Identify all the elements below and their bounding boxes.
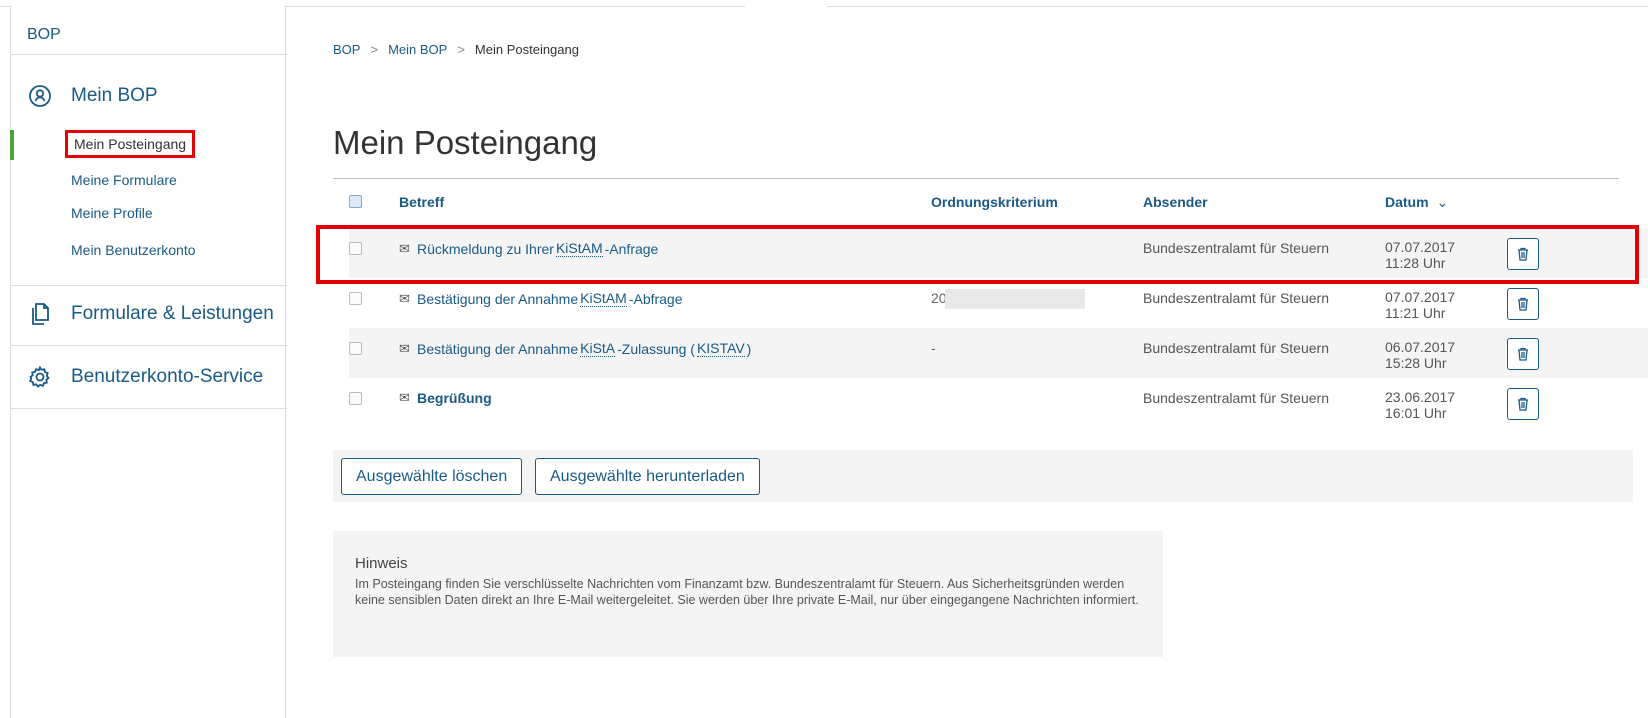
divider xyxy=(11,285,287,286)
delete-selected-button[interactable]: Ausgewählte löschen xyxy=(341,458,523,495)
sidebar-item-mein-benutzerkonto[interactable]: Mein Benutzerkonto xyxy=(71,242,196,258)
delete-button[interactable] xyxy=(1507,388,1539,420)
breadcrumb-item-current: Mein Posteingang xyxy=(474,42,579,57)
breadcrumb-item-bop[interactable]: BOP xyxy=(333,42,360,57)
notice-title: Hinweis xyxy=(355,555,408,572)
row-checkbox[interactable] xyxy=(349,342,362,355)
table-row[interactable]: ✉ Bestätigung der Annahme KiStAM -Abfrage… xyxy=(349,278,1648,328)
message-subject-link[interactable]: ✉ Begrüßung xyxy=(399,390,492,406)
sidebar-section-label: Formulare & Leistungen xyxy=(71,303,274,324)
sidebar-brand[interactable]: BOP xyxy=(27,26,61,44)
select-all-checkbox[interactable] xyxy=(349,195,362,208)
date-cell: 06.07.2017 15:28 Uhr xyxy=(1385,339,1456,371)
table-row[interactable]: ✉ Begrüßung Bundeszentralamt für Steuern… xyxy=(349,378,1648,428)
sidebar-section-label: Benutzerkonto-Service xyxy=(71,366,264,387)
row-checkbox[interactable] xyxy=(349,392,362,405)
sender-cell: Bundeszentralamt für Steuern xyxy=(1143,390,1329,406)
chevron-right-icon: > xyxy=(370,42,379,57)
column-header-sender[interactable]: Absender xyxy=(1143,194,1208,210)
notice-box: Hinweis Im Posteingang finden Sie versch… xyxy=(333,531,1163,657)
action-bar: Ausgewählte löschen Ausgewählte herunter… xyxy=(333,450,1633,502)
trash-icon xyxy=(1518,247,1528,261)
date-cell: 23.06.2017 16:01 Uhr xyxy=(1385,389,1456,421)
open-envelope-icon: ✉ xyxy=(399,240,410,256)
open-envelope-icon: ✉ xyxy=(399,290,410,306)
message-subject-link[interactable]: ✉ Bestätigung der Annahme KiStA -Zulassun… xyxy=(399,340,751,357)
active-indicator xyxy=(10,130,14,160)
sidebar-section-mein-bop[interactable]: Mein BOP xyxy=(27,83,158,109)
table-row[interactable]: ✉ Bestätigung der Annahme KiStA -Zulassun… xyxy=(349,328,1648,378)
trash-icon xyxy=(1518,397,1528,411)
delete-button[interactable] xyxy=(1507,288,1539,320)
divider xyxy=(11,408,287,409)
delete-button[interactable] xyxy=(1507,338,1539,370)
table-row[interactable]: ✉ Rückmeldung zu Ihrer KiStAM -Anfrage Bu… xyxy=(349,228,1648,278)
chevron-right-icon: > xyxy=(457,42,465,57)
notice-text: Im Posteingang finden Sie verschlüsselte… xyxy=(355,577,1139,607)
message-subject-link[interactable]: ✉ Rückmeldung zu Ihrer KiStAM -Anfrage xyxy=(399,240,658,257)
page-title: Mein Posteingang xyxy=(333,124,598,161)
documents-icon xyxy=(27,301,53,327)
closed-envelope-icon: ✉ xyxy=(399,390,410,405)
trash-icon xyxy=(1518,347,1528,361)
open-envelope-icon: ✉ xyxy=(399,340,410,356)
main-content: BOP > Mein BOP > Mein Posteingang Mein P… xyxy=(287,0,1648,718)
sidebar-section-label: Mein BOP xyxy=(71,85,158,106)
breadcrumb-item-mein-bop[interactable]: Mein BOP xyxy=(388,42,447,57)
breadcrumb: BOP > Mein BOP > Mein Posteingang xyxy=(333,42,579,57)
sidebar: BOP Mein BOP Mein Posteingang Meine Form… xyxy=(10,6,287,718)
delete-button[interactable] xyxy=(1507,238,1539,270)
divider xyxy=(11,54,287,55)
sidebar-item-meine-formulare[interactable]: Meine Formulare xyxy=(71,172,177,188)
message-subject-link[interactable]: ✉ Bestätigung der Annahme KiStAM -Abfrage xyxy=(399,290,683,307)
trash-icon xyxy=(1518,297,1528,311)
gear-icon xyxy=(27,364,53,390)
sidebar-section-benutzerkonto-service[interactable]: Benutzerkonto-Service xyxy=(27,364,263,390)
chevron-down-icon: ⌄ xyxy=(1436,194,1449,210)
date-cell: 07.07.2017 11:21 Uhr xyxy=(1385,289,1456,321)
redacted-block xyxy=(945,289,1085,309)
sender-cell: Bundeszentralamt für Steuern xyxy=(1143,340,1329,356)
divider xyxy=(333,178,1619,179)
criterion-cell: - xyxy=(931,340,936,356)
sender-cell: Bundeszentralamt für Steuern xyxy=(1143,240,1329,256)
sender-cell: Bundeszentralamt für Steuern xyxy=(1143,290,1329,306)
user-circle-icon xyxy=(27,83,53,109)
download-selected-button[interactable]: Ausgewählte herunterladen xyxy=(535,458,760,495)
row-checkbox[interactable] xyxy=(349,242,362,255)
sidebar-item-mein-posteingang[interactable]: Mein Posteingang xyxy=(65,130,196,158)
row-checkbox[interactable] xyxy=(349,292,362,305)
column-header-date[interactable]: Datum ⌄ xyxy=(1385,194,1448,211)
sidebar-section-formulare[interactable]: Formulare & Leistungen xyxy=(27,301,274,327)
sidebar-item-meine-profile[interactable]: Meine Profile xyxy=(71,205,153,221)
divider xyxy=(11,345,287,346)
column-header-criterion[interactable]: Ordnungskriterium xyxy=(931,194,1058,210)
column-header-subject[interactable]: Betreff xyxy=(399,194,444,210)
date-cell: 07.07.2017 11:28 Uhr xyxy=(1385,239,1456,271)
